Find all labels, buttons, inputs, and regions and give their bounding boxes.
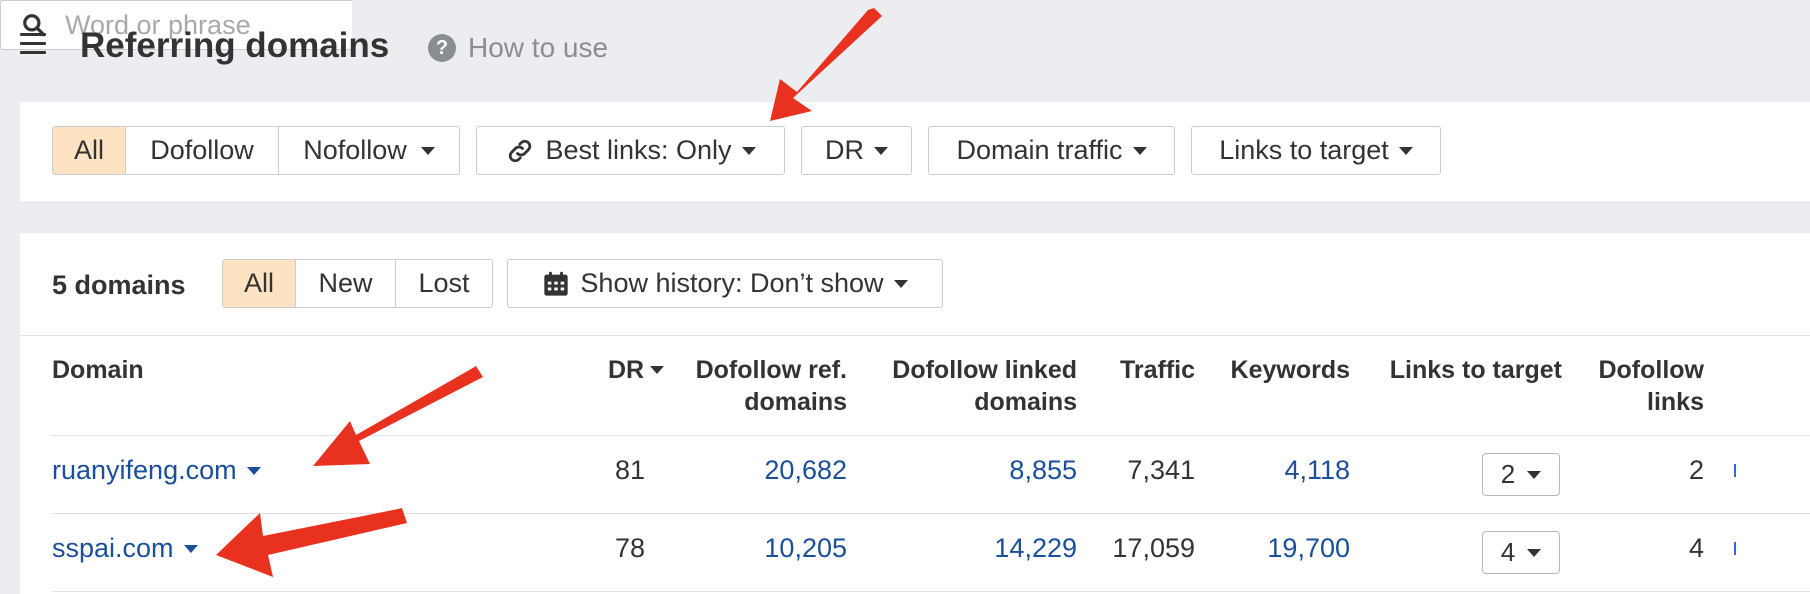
domain-count: 5 domains [52, 270, 186, 300]
links-to-target-dropdown[interactable]: Links to target [1191, 126, 1441, 175]
status-tabs: All New Lost [222, 259, 493, 308]
column-header-keywords[interactable]: Keywords [1210, 354, 1350, 386]
dr-header-label: DR [608, 356, 645, 384]
tab-new[interactable]: New [296, 260, 396, 307]
domain-traffic-label: Domain traffic [956, 135, 1123, 165]
chevron-down-icon[interactable] [246, 466, 261, 475]
question-icon: ? [428, 34, 456, 62]
table-row-domain-link[interactable]: ruanyifeng.com [52, 455, 261, 486]
chevron-down-icon [1527, 548, 1542, 557]
header-line: Dofollow [1598, 356, 1704, 384]
chevron-down-icon [420, 146, 435, 155]
dr-dropdown[interactable]: DR [801, 126, 912, 175]
dr-label: DR [825, 135, 864, 165]
column-header-dr[interactable]: DR [608, 354, 665, 386]
how-to-use-link[interactable]: ? How to use [428, 32, 608, 64]
dofollow-links-value: 4 [1688, 533, 1704, 563]
sparkline [1734, 464, 1736, 477]
divider [52, 591, 1810, 592]
link-icon [509, 139, 532, 162]
tab-lost[interactable]: Lost [396, 260, 492, 307]
table-row-domain-link[interactable]: sspai.com [52, 533, 198, 564]
calendar-icon [544, 271, 569, 296]
column-header-domain[interactable]: Domain [52, 354, 144, 386]
column-header-dofollow-links[interactable]: Dofollow links [1570, 354, 1704, 418]
column-header-links-to-target[interactable]: Links to target [1370, 354, 1562, 386]
links-to-target-value: 2 [1500, 459, 1516, 489]
domain-name: sspai.com [52, 533, 174, 563]
menu-icon[interactable] [20, 33, 46, 55]
domain-name: ruanyifeng.com [52, 455, 237, 485]
best-links-label: Best links: Only [545, 135, 732, 165]
page-title: Referring domains [80, 26, 390, 65]
links-to-target-value: 4 [1500, 537, 1516, 567]
filter-dofollow-button[interactable]: Dofollow [126, 127, 279, 174]
traffic-value: 7,341 [1127, 455, 1195, 485]
how-to-use-label: How to use [468, 32, 609, 63]
column-header-traffic[interactable]: Traffic [1090, 354, 1195, 386]
dofollow-ref-domains-value[interactable]: 20,682 [680, 455, 847, 486]
best-links-dropdown[interactable]: Best links: Only [476, 126, 785, 175]
filter-all-button[interactable]: All [53, 127, 126, 174]
dofollow-linked-domains-value[interactable]: 14,229 [880, 533, 1077, 564]
header-line: Dofollow linked [892, 356, 1077, 384]
divider [52, 435, 1810, 436]
dofollow-ref-domains-value[interactable]: 10,205 [680, 533, 847, 564]
traffic-value: 17,059 [1112, 533, 1195, 563]
header-line: links [1647, 388, 1704, 416]
chevron-down-icon [1132, 146, 1147, 155]
dr-value: 81 [614, 455, 645, 485]
links-to-target-select[interactable]: 2 [1482, 453, 1560, 496]
chevron-down-icon [893, 279, 908, 288]
column-header-dofollow-ref-domains[interactable]: Dofollow ref. domains [670, 354, 847, 418]
chevron-down-icon [874, 146, 888, 155]
chevron-down-icon [1527, 470, 1542, 479]
header-line: Dofollow ref. [695, 356, 847, 384]
header-line: domains [974, 388, 1077, 416]
links-to-target-select[interactable]: 4 [1482, 531, 1560, 574]
divider [52, 513, 1810, 514]
domain-traffic-dropdown[interactable]: Domain traffic [928, 126, 1175, 175]
show-history-dropdown[interactable]: Show history: Don’t show [507, 259, 943, 308]
dr-value: 78 [614, 533, 645, 563]
nofollow-label: Nofollow [303, 135, 407, 165]
tab-all[interactable]: All [223, 260, 296, 307]
filter-nofollow-dropdown[interactable]: Nofollow [279, 127, 459, 174]
keywords-value[interactable]: 19,700 [1210, 533, 1350, 564]
sort-desc-icon [650, 366, 665, 374]
chevron-down-icon[interactable] [183, 544, 198, 553]
dofollow-linked-domains-value[interactable]: 8,855 [880, 455, 1077, 486]
show-history-label: Show history: Don’t show [580, 268, 884, 298]
header-line: domains [744, 388, 847, 416]
column-header-dofollow-linked-domains[interactable]: Dofollow linked domains [860, 354, 1077, 418]
keywords-value[interactable]: 4,118 [1210, 455, 1350, 486]
links-to-target-label: Links to target [1219, 135, 1389, 165]
sparkline [1734, 542, 1736, 555]
dofollow-links-value: 2 [1688, 455, 1704, 485]
chevron-down-icon [741, 146, 756, 155]
divider [20, 335, 1810, 336]
chevron-down-icon [1398, 146, 1413, 155]
link-type-filter: All Dofollow Nofollow [52, 126, 460, 175]
